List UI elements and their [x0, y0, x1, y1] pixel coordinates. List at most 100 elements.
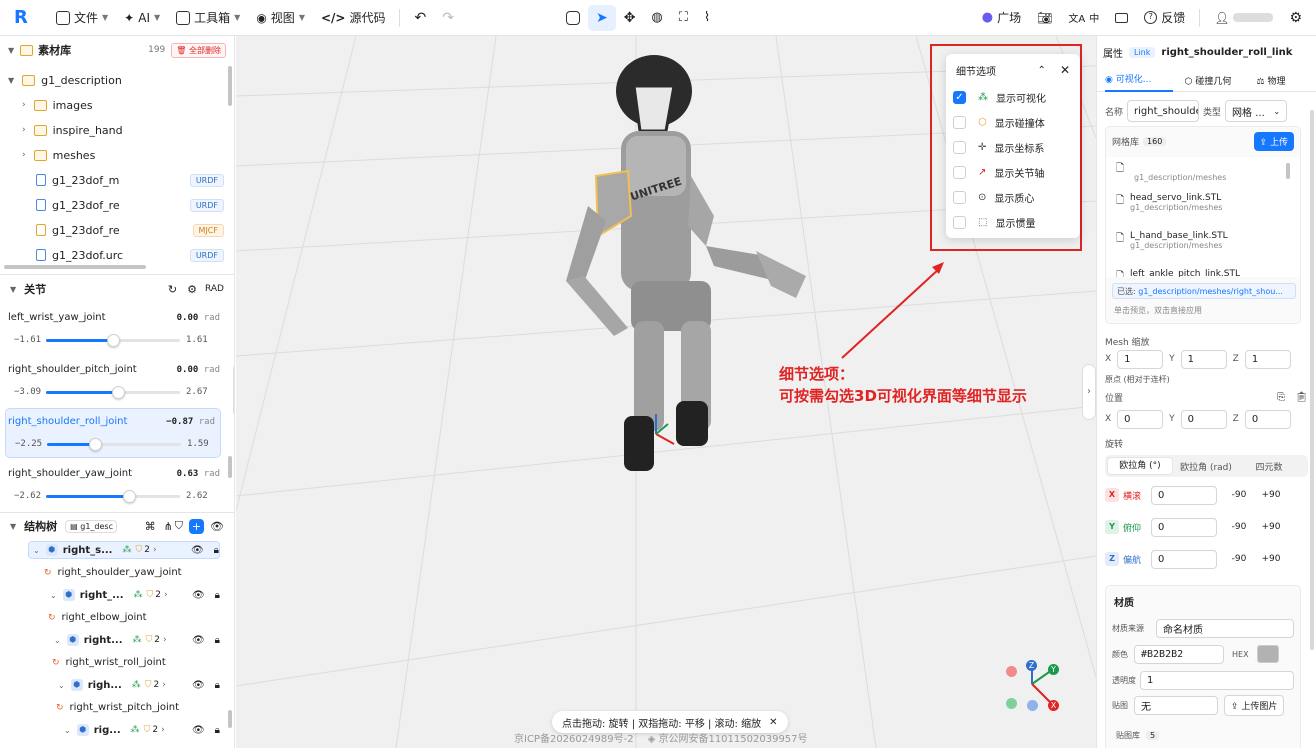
vertical-scrollbar[interactable] [228, 66, 232, 106]
asset-folder[interactable]: › inspire_hand [0, 122, 234, 138]
redo-button[interactable]: ↷ [434, 5, 462, 31]
vertical-scrollbar[interactable] [1310, 110, 1314, 650]
texture-select[interactable]: 无 [1134, 695, 1218, 715]
visibility-icon[interactable]: 👁︎ [192, 680, 205, 691]
lock-icon[interactable]: 🔒︎ [214, 545, 219, 556]
gizmo-x[interactable]: X [1048, 700, 1059, 711]
app-logo[interactable]: R [14, 8, 30, 27]
upload-button[interactable]: ⇪ 上传 [1253, 131, 1294, 151]
rotation-input[interactable]: 0 [1151, 485, 1217, 505]
gizmo-neg-y[interactable] [1006, 698, 1017, 709]
asset-file[interactable]: g1_23dof_re MJCF [0, 222, 234, 238]
opacity-input[interactable]: 1 [1140, 670, 1294, 690]
visibility-icon[interactable]: 👁︎ [192, 725, 205, 736]
tree-layout-icon[interactable]: ⌘ [145, 520, 156, 533]
horizontal-scrollbar[interactable] [4, 265, 146, 269]
position-y-input[interactable]: 0 [1180, 409, 1227, 429]
rotation-input[interactable]: 0 [1151, 549, 1217, 569]
plus-90-button[interactable]: +90 [1259, 554, 1283, 564]
view-menu[interactable]: ◉ 视图 ▼ [248, 5, 313, 31]
name-field[interactable]: right_shoulde [1127, 100, 1200, 122]
camera-view-button[interactable] [558, 5, 588, 31]
slider-handle[interactable] [123, 490, 137, 503]
user-menu[interactable]: 👤︎ [1206, 5, 1281, 31]
gizmo-z[interactable]: Z [1026, 660, 1037, 671]
select-tool-button[interactable]: ➤ [587, 4, 616, 31]
color-swatch[interactable] [1256, 645, 1279, 663]
mesh-item[interactable]: 🗋︎ left_ankle_pitch_link.STL [1116, 269, 1240, 277]
reset-icon[interactable]: ↻ [168, 283, 177, 296]
scale-y-input[interactable]: 1 [1180, 349, 1227, 369]
copy-icon[interactable]: ⎘ [1277, 392, 1285, 403]
3d-viewport[interactable]: UNITREE 细节选项 ⌃ ✕ ✓ ⁂ 显示可视化 ⬡ 显示碰撞体 ✛ 显示坐标系 ↗ 显示关… [236, 36, 1096, 748]
collapse-right-button[interactable]: › [1082, 364, 1096, 420]
tab-euler-deg[interactable]: 欧拉角 (°) [1107, 457, 1173, 475]
paste-icon[interactable]: 📋︎ [1295, 392, 1308, 403]
chevron-down-icon[interactable]: ⌄ [50, 591, 57, 600]
vertical-scrollbar[interactable] [228, 456, 232, 478]
mesh-item[interactable]: 🗋︎ head_servo_link.STL g1_description/mes… [1116, 193, 1222, 212]
chevron-down-icon[interactable]: ▼ [8, 46, 14, 55]
position-x-input[interactable]: 0 [1117, 409, 1164, 429]
asset-file[interactable]: g1_23dof_m URDF [0, 172, 234, 188]
lock-icon[interactable]: 🔒︎ [215, 590, 220, 601]
asset-folder[interactable]: › meshes [0, 147, 234, 163]
lock-icon[interactable]: 🔒︎ [215, 725, 220, 736]
visibility-icon[interactable]: 👁︎ [192, 635, 205, 646]
slider-handle[interactable] [89, 438, 103, 451]
collapse-left-button[interactable]: ‹ [233, 362, 234, 418]
node-icon[interactable]: ⋔ [164, 520, 173, 533]
chevron-down-icon[interactable]: ▼ [10, 522, 16, 531]
monitor-button[interactable] [1107, 5, 1136, 31]
source-code-button[interactable]: </> 源代码 [313, 5, 394, 31]
chevron-down-icon[interactable]: ⌄ [54, 636, 61, 645]
joint-slider[interactable] [47, 438, 181, 451]
vertical-scrollbar[interactable] [1286, 163, 1290, 179]
vertical-scrollbar[interactable] [228, 710, 232, 728]
ai-menu[interactable]: ✦ AI ▼ [116, 5, 168, 31]
undo-button[interactable]: ↶ [406, 5, 434, 31]
joint-slider[interactable] [46, 386, 180, 399]
tree-joint-node[interactable]: ↻ right_wrist_pitch_joint [0, 699, 234, 717]
minus-90-button[interactable]: -90 [1227, 554, 1251, 564]
screenshot-button[interactable]: 📷︎ [1029, 5, 1060, 31]
tree-link-node[interactable]: ⌄ ⬢ right_... ⁂ ⛉ 2 › 👁︎ 🔒︎ [0, 586, 234, 604]
chevron-down-icon[interactable]: ⌄ [33, 546, 40, 555]
gizmo-neg-z[interactable] [1027, 700, 1038, 711]
language-button[interactable]: 文A 中 [1060, 5, 1107, 31]
asset-root[interactable]: ▼ g1_description [0, 72, 234, 88]
minus-90-button[interactable]: -90 [1227, 522, 1251, 532]
tab-visual[interactable]: ◉ 可视化... [1105, 70, 1173, 92]
material-source-select[interactable]: 命名材质 [1156, 618, 1294, 638]
slider-handle[interactable] [107, 334, 120, 347]
measure-button[interactable]: ⌇ [696, 5, 718, 31]
tree-joint-node[interactable]: ↻ right_shoulder_yaw_joint [0, 564, 234, 582]
tab-quaternion[interactable]: 四元数 [1239, 460, 1299, 473]
scale-x-input[interactable]: 1 [1117, 349, 1164, 369]
settings-button[interactable]: ⚙ [1281, 5, 1310, 31]
tree-link-node[interactable]: ⌄ ⬢ right_s... ⁂ ⛉ 2 › 👁︎ 🔒︎ [28, 541, 220, 559]
feedback-button[interactable]: ? 反馈 [1136, 5, 1193, 31]
asset-file[interactable]: g1_23dof_re URDF [0, 197, 234, 213]
axis-gizmo[interactable]: Z Y X [1004, 658, 1064, 712]
slider-handle[interactable] [112, 386, 126, 399]
shield-icon[interactable]: ⛉ [175, 519, 183, 533]
model-selector[interactable]: ▤ g1_desc [65, 519, 118, 533]
gizmo-y[interactable]: Y [1048, 664, 1059, 675]
mesh-item[interactable]: 🗋︎ L_hand_base_link.STL g1_description/me… [1116, 231, 1228, 250]
tab-physics[interactable]: ⚖ 物理 [1243, 74, 1299, 87]
police-link[interactable]: 京公网安备11011502039957号 [658, 734, 807, 745]
chevron-down-icon[interactable]: ⌄ [58, 681, 65, 690]
visibility-icon[interactable]: 👁︎ [191, 545, 204, 556]
tree-link-node[interactable]: ⌄ ⬢ right... ⁂ ⛉ 2 › 👁︎ 🔒︎ [0, 631, 234, 649]
fullscreen-button[interactable]: ⛶ [671, 5, 696, 31]
tree-link-node[interactable]: ⌄ ⬢ rig... ⁂ ⛉ 2 › 👁︎ 🔒︎ [0, 721, 234, 739]
file-menu[interactable]: 文件 ▼ [48, 5, 116, 31]
asset-folder[interactable]: › images [0, 97, 234, 113]
plaza-button[interactable]: ● 广场 [974, 5, 1029, 31]
plus-90-button[interactable]: +90 [1259, 522, 1283, 532]
type-select[interactable]: 网格 ... ⌄ [1225, 100, 1288, 122]
add-button[interactable]: + [189, 518, 205, 534]
lock-icon[interactable]: 🔒︎ [215, 635, 220, 646]
rotation-input[interactable]: 0 [1151, 517, 1217, 537]
